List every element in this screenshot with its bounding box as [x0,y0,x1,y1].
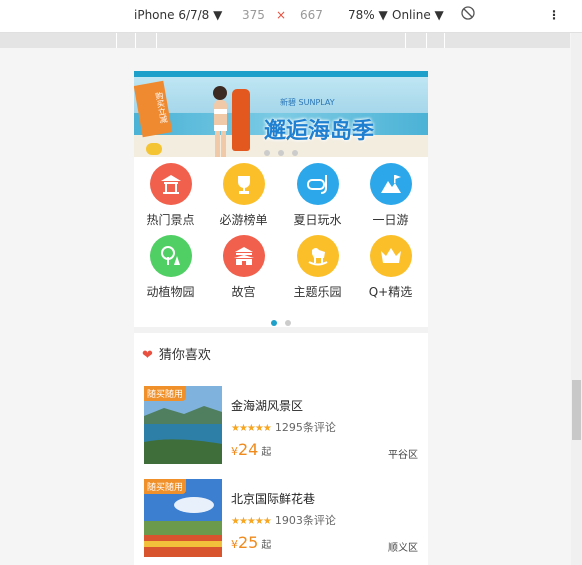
scrollbar-thumb[interactable] [572,380,581,440]
banner-dot[interactable] [278,150,284,156]
category-icon-circle [150,235,192,277]
snorkel-icon [307,175,327,194]
category-label: 必游榜单 [219,213,268,227]
guess-you-like-header: ❤ 猜你喜欢 [142,344,211,363]
item-thumbnail: 随买随用 [144,386,222,464]
category-label: 主题乐园 [293,285,342,299]
price-value: 25 [238,533,259,552]
mountain-flag-icon [381,175,401,193]
tree-icon [161,246,180,265]
section-divider [134,327,428,333]
section-title: 猜你喜欢 [158,348,211,363]
item-tag: 随买随用 [144,386,187,401]
media-query-ruler[interactable] [0,33,570,48]
category-hot-spots[interactable]: 热门景点 [134,159,207,227]
currency-symbol: ¥ [231,538,238,551]
category-icon-circle [370,163,412,205]
dimension-separator: × [276,8,287,22]
category-icon-circle [223,163,265,205]
category-must-visit[interactable]: 必游榜单 [207,159,280,227]
banner-brand: 新碧 SUNPLAY [280,98,335,107]
trophy-icon [238,176,250,194]
category-dot-active[interactable] [271,320,277,326]
price-value: 24 [238,440,259,459]
category-icon-circle [150,163,192,205]
devtools-toolbar: iPhone 6/7/8 ▼ 375 × 667 78% ▼ Online ▼ … [0,0,582,33]
review-count: 1295条评论 [274,421,336,434]
pavilion-icon [161,175,181,194]
category-icon-circle [297,163,339,205]
item-title: 北京国际鲜花巷 [231,492,316,506]
item-price: ¥24 起 [231,440,271,459]
banner-dot[interactable] [264,150,270,156]
category-q-plus-picks[interactable]: Q+精选 [354,231,427,299]
category-label: 热门景点 [146,213,195,227]
category-icon-circle [297,235,339,277]
category-icon-circle [223,235,265,277]
banner-dot[interactable] [292,150,298,156]
scrollbar[interactable] [571,33,582,565]
price-suffix: 起 [261,540,272,551]
category-zoo-botanical[interactable]: 动植物园 [134,231,207,299]
more-options-icon[interactable]: ⋮ [548,8,560,22]
palace-icon [234,247,254,265]
category-icon-circle [370,235,412,277]
list-item[interactable]: 随买随用 金海湖风景区 ★★★★★ 1295条评论 ¥24 起 平谷区 [144,386,418,466]
item-district: 平谷区 [388,450,418,461]
category-label: 故宫 [231,285,256,299]
rocking-horse-icon [308,248,328,266]
item-thumbnail: 随买随用 [144,479,222,557]
category-summer-water[interactable]: 夏日玩水 [281,159,354,227]
banner-pager [134,141,428,157]
review-count: 1903条评论 [274,514,336,527]
heart-icon: ❤ [142,348,153,363]
viewport-height-input[interactable]: 667 [300,8,323,22]
price-suffix: 起 [261,447,272,458]
item-district: 顺义区 [388,543,418,554]
device-select[interactable]: iPhone 6/7/8 ▼ [134,8,222,22]
category-label: Q+精选 [368,285,413,299]
category-day-trip[interactable]: 一日游 [354,159,427,227]
category-dot[interactable] [285,320,291,326]
category-label: 夏日玩水 [293,213,342,227]
promo-banner[interactable]: 购买立减 新碧 SUNPLAY 邂逅海岛季 [134,77,428,157]
category-label: 一日游 [372,213,409,227]
item-rating: ★★★★★ 1295条评论 [231,419,336,435]
item-title: 金海湖风景区 [231,399,304,413]
crown-icon [381,248,401,263]
zoom-select[interactable]: 78% ▼ [348,8,388,22]
network-throttle-select[interactable]: Online ▼ [392,8,444,22]
item-rating: ★★★★★ 1903条评论 [231,512,336,528]
viewport-width-input[interactable]: 375 [242,8,265,22]
currency-symbol: ¥ [231,445,238,458]
list-item[interactable]: 随买随用 北京国际鲜花巷 ★★★★★ 1903条评论 ¥25 起 顺义区 [144,479,418,559]
phone-viewport: 购买立减 新碧 SUNPLAY 邂逅海岛季 热门景点 必游榜单 夏日玩水 一日游… [134,71,428,565]
rotate-icon[interactable] [461,6,475,23]
item-tag: 随买随用 [144,479,187,494]
category-label: 动植物园 [146,285,195,299]
category-forbidden-city[interactable]: 故宫 [207,231,280,299]
category-theme-park[interactable]: 主题乐园 [281,231,354,299]
star-rating: ★★★★★ [231,423,272,434]
star-rating: ★★★★★ [231,516,272,527]
item-price: ¥25 起 [231,533,271,552]
